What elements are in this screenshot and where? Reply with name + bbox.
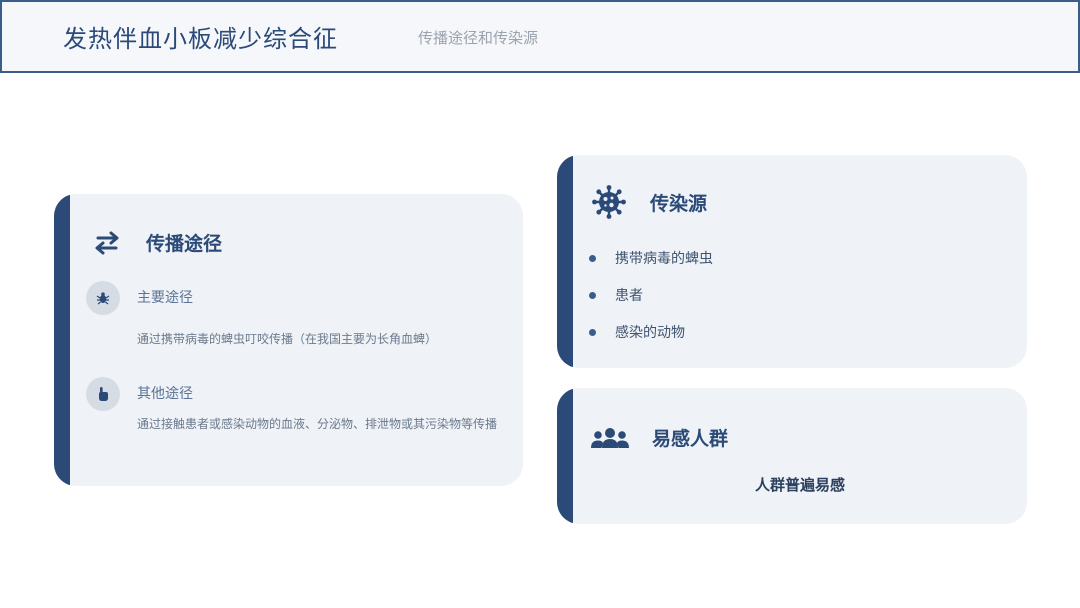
virus-icon (592, 185, 626, 219)
susceptible-header: 易感人群 (590, 424, 728, 451)
source-title: 传染源 (650, 192, 708, 215)
susceptible-card: 易感人群 人群普遍易感 (557, 388, 1027, 524)
susceptible-text: 人群普遍易感 (754, 476, 845, 494)
page-subtitle: 传播途径和传染源 (418, 29, 539, 47)
transmission-header: 传播途径 (92, 229, 222, 256)
transmission-card: 传播途径 主要途径 通过携带病毒的蜱虫叮咬传播（在我国主要为长角血蜱） 其他途径… (54, 194, 523, 486)
list-item: 患者 (589, 285, 643, 305)
header: 发热伴血小板减少综合征 传播途径和传染源 (0, 0, 1080, 73)
other-route-desc: 通过接触患者或感染动物的血液、分泌物、排泄物或其污染物等传播 (137, 417, 498, 431)
susceptible-title: 易感人群 (652, 428, 729, 450)
source-card: 传染源 携带病毒的蜱虫 患者 感染的动物 (557, 155, 1027, 368)
bug-icon (86, 281, 120, 315)
transmission-title: 传播途径 (146, 233, 223, 255)
card-accent-bar (557, 388, 573, 524)
card-accent-bar (54, 194, 70, 486)
other-route-title: 其他途径 (137, 386, 193, 402)
hand-pointer-icon (86, 377, 120, 411)
page-title: 发热伴血小板减少综合征 (63, 25, 338, 53)
card-accent-bar (557, 155, 573, 368)
source-header: 传染源 (592, 185, 707, 219)
main-route-title: 主要途径 (137, 290, 193, 306)
people-group-icon (590, 425, 630, 451)
arrows-exchange-icon (92, 230, 122, 256)
main-route-desc: 通过携带病毒的蜱虫叮咬传播（在我国主要为长角血蜱） (137, 332, 438, 346)
list-item: 感染的动物 (589, 322, 685, 342)
list-item: 携带病毒的蜱虫 (589, 248, 713, 268)
